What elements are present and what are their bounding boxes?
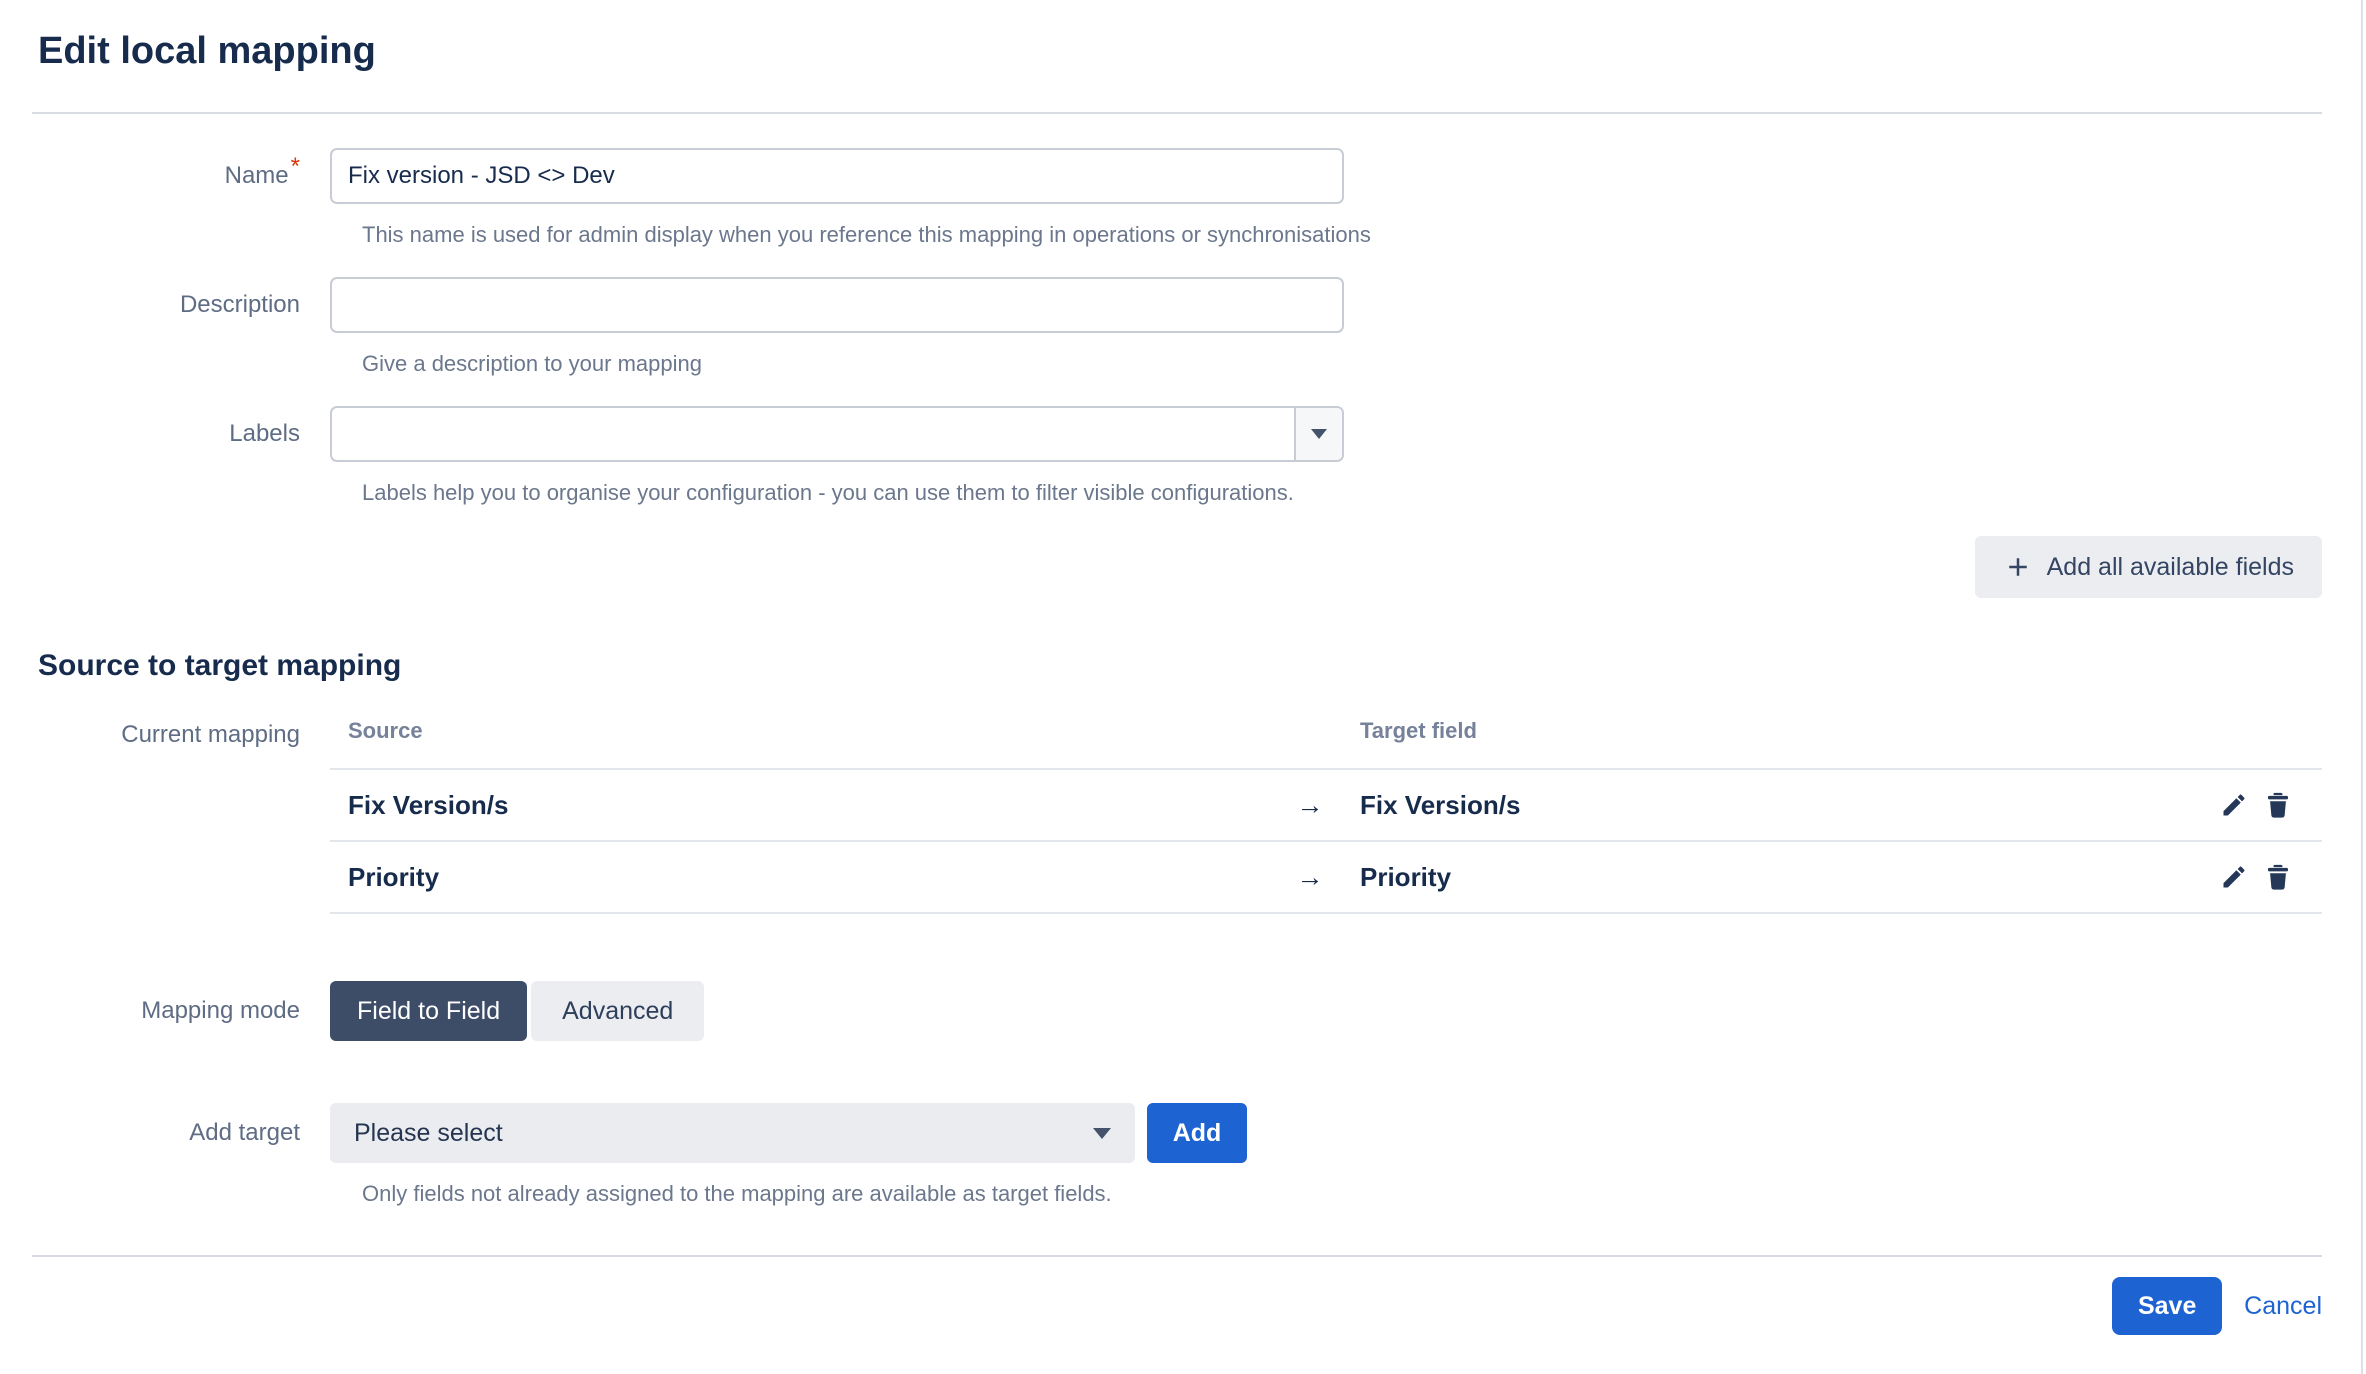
save-button[interactable]: Save (2112, 1277, 2222, 1335)
arrow-right-icon: → (1280, 862, 1340, 893)
delete-mapping-button[interactable] (2264, 863, 2292, 891)
edit-mapping-button[interactable] (2220, 791, 2248, 819)
description-input[interactable] (330, 277, 1344, 333)
mapping-table-header: Source Target field (330, 718, 2322, 770)
source-field-value: Priority (330, 862, 1280, 893)
description-input-wrap (330, 277, 1344, 333)
scrollbar-track-edge (2361, 0, 2363, 1374)
chevron-down-icon (1311, 429, 1327, 439)
labels-input[interactable] (330, 406, 1344, 462)
add-all-label: Add all available fields (2047, 553, 2294, 582)
select-value: Please select (354, 1119, 503, 1148)
labels-help-text: Labels help you to organise your configu… (362, 478, 2322, 508)
labels-label: Labels (32, 419, 300, 449)
delete-icon (2264, 791, 2292, 819)
footer-actions: Save Cancel (32, 1277, 2322, 1335)
edit-local-mapping-page: Edit local mapping Name* This name is us… (0, 0, 2366, 1374)
mapping-mode-segmented-control: Field to Field Advanced (330, 981, 704, 1041)
mapping-mode-row: Mapping mode Field to Field Advanced (32, 981, 2322, 1041)
table-row: Priority → Priority (330, 842, 2322, 914)
page-title: Edit local mapping (38, 26, 2322, 76)
description-help-text: Give a description to your mapping (362, 349, 2322, 379)
required-asterisk: * (291, 153, 300, 180)
mapping-table: Source Target field Fix Version/s → Fix … (330, 718, 2322, 914)
chevron-down-icon (1093, 1128, 1111, 1139)
target-field-select[interactable]: Please select (330, 1103, 1135, 1163)
table-row: Fix Version/s → Fix Version/s (330, 770, 2322, 842)
edit-mapping-button[interactable] (2220, 863, 2248, 891)
plus-icon (2003, 552, 2033, 582)
arrow-right-icon: → (1280, 790, 1340, 821)
delete-icon (2264, 863, 2292, 891)
current-mapping-block: Current mapping Source Target field Fix … (32, 718, 2322, 914)
mode-field-to-field-button[interactable]: Field to Field (330, 981, 527, 1041)
mapping-mode-label: Mapping mode (32, 996, 300, 1026)
row-actions (2192, 863, 2322, 891)
edit-icon (2220, 863, 2248, 891)
add-all-row: Add all available fields (32, 536, 2322, 598)
add-target-label: Add target (32, 1118, 300, 1148)
name-help-text: This name is used for admin display when… (362, 220, 2322, 250)
labels-dropdown-button[interactable] (1294, 408, 1342, 460)
edit-icon (2220, 791, 2248, 819)
target-field-value: Fix Version/s (1340, 790, 2192, 821)
row-actions (2192, 791, 2322, 819)
title-divider (32, 112, 2322, 114)
labels-row: Labels (32, 406, 2322, 462)
add-all-available-fields-button[interactable]: Add all available fields (1975, 536, 2322, 598)
delete-mapping-button[interactable] (2264, 791, 2292, 819)
column-header-source: Source (330, 718, 1280, 744)
add-target-help-text: Only fields not already assigned to the … (362, 1179, 2322, 1209)
add-target-row: Add target Please select Add (32, 1103, 2322, 1163)
source-field-value: Fix Version/s (330, 790, 1280, 821)
current-mapping-label: Current mapping (32, 718, 300, 750)
description-label: Description (32, 290, 300, 320)
name-label: Name* (32, 161, 300, 191)
labels-input-wrap (330, 406, 1344, 462)
name-row: Name* (32, 148, 2322, 204)
name-input[interactable] (330, 148, 1344, 204)
footer-divider (32, 1255, 2322, 1257)
cancel-link[interactable]: Cancel (2244, 1292, 2322, 1321)
add-target-button[interactable]: Add (1147, 1103, 1247, 1163)
target-field-value: Priority (1340, 862, 2192, 893)
name-input-wrap (330, 148, 1344, 204)
mode-advanced-button[interactable]: Advanced (531, 981, 704, 1041)
column-header-target: Target field (1340, 718, 2192, 744)
section-title: Source to target mapping (38, 646, 2322, 686)
description-row: Description (32, 277, 2322, 333)
